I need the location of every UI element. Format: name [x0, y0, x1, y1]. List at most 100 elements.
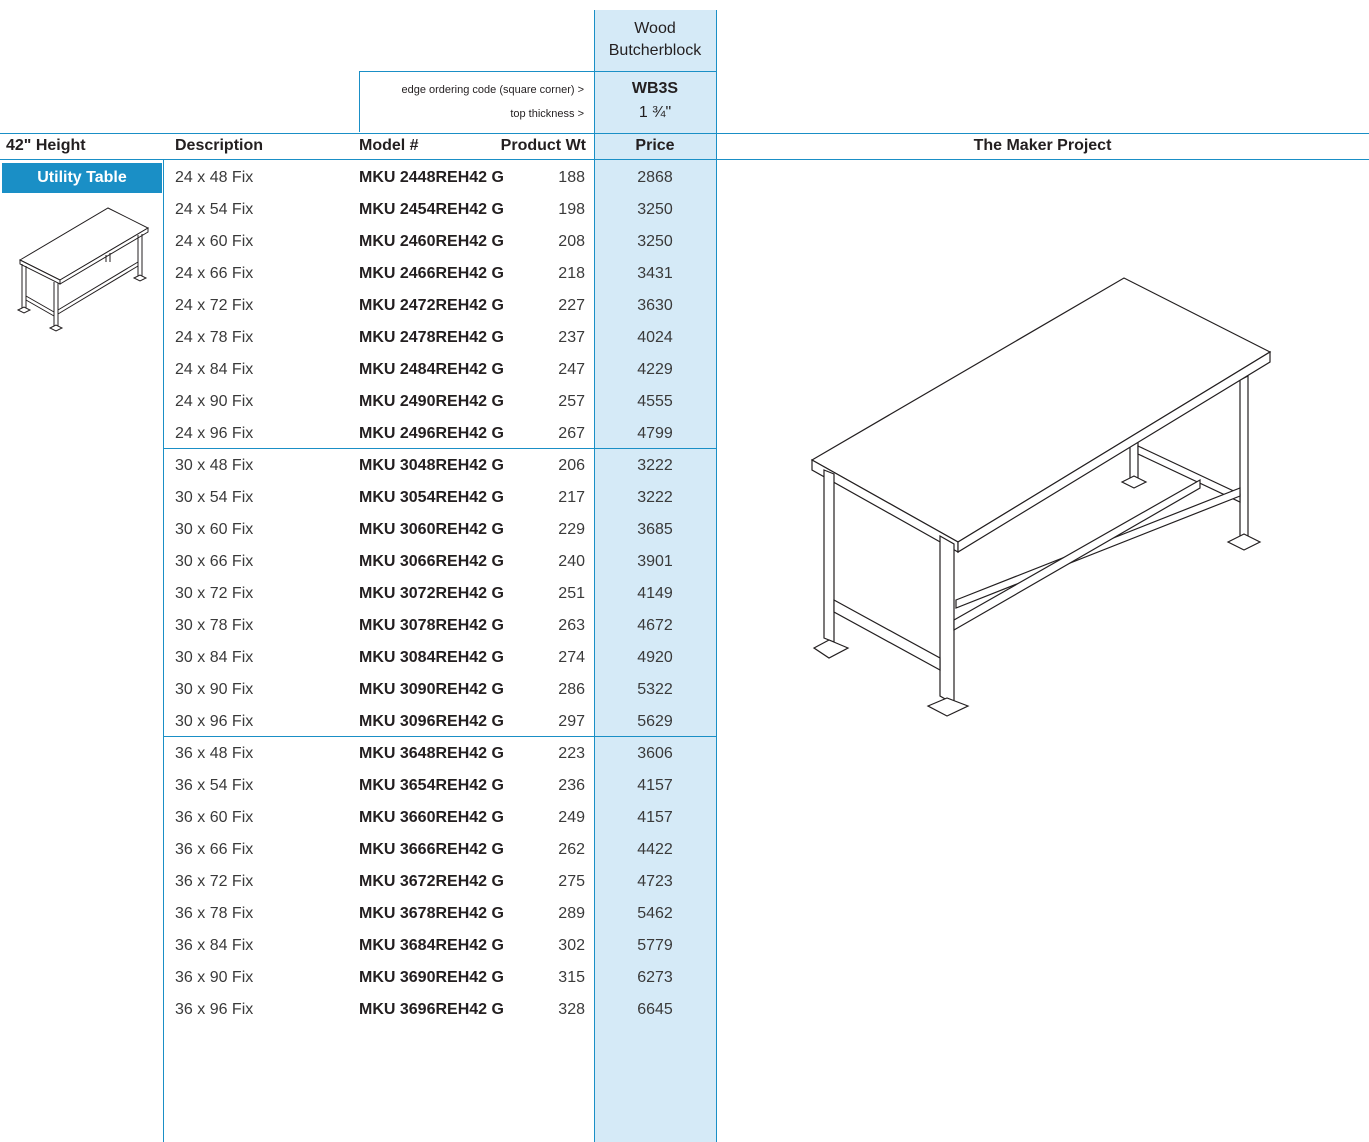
weight-cell: 262 — [558, 841, 585, 858]
model-cell: MKU 3678REH42 G — [359, 905, 504, 922]
table-row: 30 x 90 Fix MKU 3090REH42 G 286 5322 — [0, 674, 720, 706]
weight-header: Product Wt — [500, 137, 586, 154]
weight-cell: 249 — [558, 809, 585, 826]
weight-cell: 206 — [558, 457, 585, 474]
description-cell: 30 x 84 Fix — [175, 649, 254, 666]
model-cell: MKU 2472REH42 G — [359, 297, 504, 314]
model-cell: MKU 3672REH42 G — [359, 873, 504, 890]
description-cell: 24 x 78 Fix — [175, 329, 254, 346]
model-cell: MKU 2496REH42 G — [359, 425, 504, 442]
table-row: 24 x 66 Fix MKU 2466REH42 G 218 3431 — [0, 258, 720, 290]
weight-cell: 274 — [558, 649, 585, 666]
finish-header-line2: Butcherblock — [608, 42, 702, 59]
description-cell: 30 x 48 Fix — [175, 457, 254, 474]
description-cell: 36 x 90 Fix — [175, 969, 254, 986]
weight-cell: 236 — [558, 777, 585, 794]
model-cell: MKU 3066REH42 G — [359, 553, 504, 570]
price-cell: 5462 — [637, 905, 673, 922]
description-cell: 30 x 54 Fix — [175, 489, 254, 506]
description-cell: 36 x 84 Fix — [175, 937, 254, 954]
model-cell: MKU 2466REH42 G — [359, 265, 504, 282]
table-row: 24 x 72 Fix MKU 2472REH42 G 227 3630 — [0, 290, 720, 322]
model-cell: MKU 3684REH42 G — [359, 937, 504, 954]
price-cell: 4555 — [637, 393, 673, 410]
model-cell: MKU 3054REH42 G — [359, 489, 504, 506]
description-cell: 24 x 54 Fix — [175, 201, 254, 218]
weight-cell: 237 — [558, 329, 585, 346]
price-cell: 4422 — [637, 841, 673, 858]
header-bottom-rule — [0, 159, 1369, 160]
price-cell: 5629 — [637, 713, 673, 730]
edge-code-label: edge ordering code (square corner) > — [401, 84, 584, 96]
description-cell: 36 x 66 Fix — [175, 841, 254, 858]
description-cell: 30 x 60 Fix — [175, 521, 254, 538]
table-row: 36 x 48 Fix MKU 3648REH42 G 223 3606 — [0, 738, 720, 770]
table-row: 36 x 54 Fix MKU 3654REH42 G 236 4157 — [0, 770, 720, 802]
description-cell: 36 x 72 Fix — [175, 873, 254, 890]
weight-cell: 188 — [558, 169, 585, 186]
table-row: 24 x 54 Fix MKU 2454REH42 G 198 3250 — [0, 194, 720, 226]
model-cell: MKU 3690REH42 G — [359, 969, 504, 986]
table-row: 30 x 54 Fix MKU 3054REH42 G 217 3222 — [0, 482, 720, 514]
weight-cell: 247 — [558, 361, 585, 378]
weight-cell: 263 — [558, 617, 585, 634]
thickness-label: top thickness > — [510, 108, 584, 120]
table-row: 36 x 66 Fix MKU 3666REH42 G 262 4422 — [0, 834, 720, 866]
price-cell: 3222 — [637, 457, 673, 474]
table-row: 24 x 48 Fix MKU 2448REH42 G 188 2868 — [0, 162, 720, 194]
thickness-value: 1 ¾" — [638, 104, 672, 121]
weight-cell: 218 — [558, 265, 585, 282]
table-row: 30 x 84 Fix MKU 3084REH42 G 274 4920 — [0, 642, 720, 674]
description-cell: 24 x 96 Fix — [175, 425, 254, 442]
price-cell: 3606 — [637, 745, 673, 762]
table-row: 36 x 96 Fix MKU 3696REH42 G 328 6645 — [0, 994, 720, 1026]
utility-table-drawing-icon — [810, 277, 1272, 717]
price-cell: 3431 — [637, 265, 673, 282]
description-cell: 24 x 48 Fix — [175, 169, 254, 186]
table-row: 36 x 72 Fix MKU 3672REH42 G 275 4723 — [0, 866, 720, 898]
description-cell: 30 x 78 Fix — [175, 617, 254, 634]
weight-cell: 275 — [558, 873, 585, 890]
table-row: 24 x 78 Fix MKU 2478REH42 G 237 4024 — [0, 322, 720, 354]
finish-header-rule — [594, 71, 716, 72]
model-cell: MKU 3648REH42 G — [359, 745, 504, 762]
price-cell: 3222 — [637, 489, 673, 506]
model-cell: MKU 2460REH42 G — [359, 233, 504, 250]
description-cell: 30 x 72 Fix — [175, 585, 254, 602]
edge-code-value: WB3S — [631, 80, 679, 97]
model-cell: MKU 3666REH42 G — [359, 841, 504, 858]
model-cell: MKU 2454REH42 G — [359, 201, 504, 218]
table-row: 24 x 84 Fix MKU 2484REH42 G 247 4229 — [0, 354, 720, 386]
model-cell: MKU 3078REH42 G — [359, 617, 504, 634]
weight-cell: 257 — [558, 393, 585, 410]
finish-header: Wood Butcherblock — [594, 18, 716, 62]
model-cell: MKU 3660REH42 G — [359, 809, 504, 826]
model-header: Model # — [359, 137, 419, 154]
price-cell: 4149 — [637, 585, 673, 602]
price-cell: 6645 — [637, 1001, 673, 1018]
description-cell: 24 x 66 Fix — [175, 265, 254, 282]
model-cell: MKU 3096REH42 G — [359, 713, 504, 730]
edge-box-top-rule — [359, 71, 595, 72]
weight-cell: 240 — [558, 553, 585, 570]
model-cell: MKU 2448REH42 G — [359, 169, 504, 186]
description-cell: 30 x 66 Fix — [175, 553, 254, 570]
price-header: Price — [635, 137, 675, 154]
price-cell: 4672 — [637, 617, 673, 634]
table-row: 30 x 96 Fix MKU 3096REH42 G 297 5629 — [0, 706, 720, 738]
weight-cell: 223 — [558, 745, 585, 762]
description-cell: 36 x 54 Fix — [175, 777, 254, 794]
model-cell: MKU 2484REH42 G — [359, 361, 504, 378]
weight-cell: 286 — [558, 681, 585, 698]
project-header: The Maker Project — [973, 137, 1112, 154]
description-cell: 24 x 60 Fix — [175, 233, 254, 250]
weight-cell: 315 — [558, 969, 585, 986]
price-cell: 3901 — [637, 553, 673, 570]
table-row: 24 x 60 Fix MKU 2460REH42 G 208 3250 — [0, 226, 720, 258]
description-cell: 36 x 78 Fix — [175, 905, 254, 922]
edge-box-left-rule — [359, 72, 360, 132]
description-cell: 30 x 96 Fix — [175, 713, 254, 730]
price-cell: 6273 — [637, 969, 673, 986]
description-cell: 36 x 60 Fix — [175, 809, 254, 826]
price-cell: 5779 — [637, 937, 673, 954]
